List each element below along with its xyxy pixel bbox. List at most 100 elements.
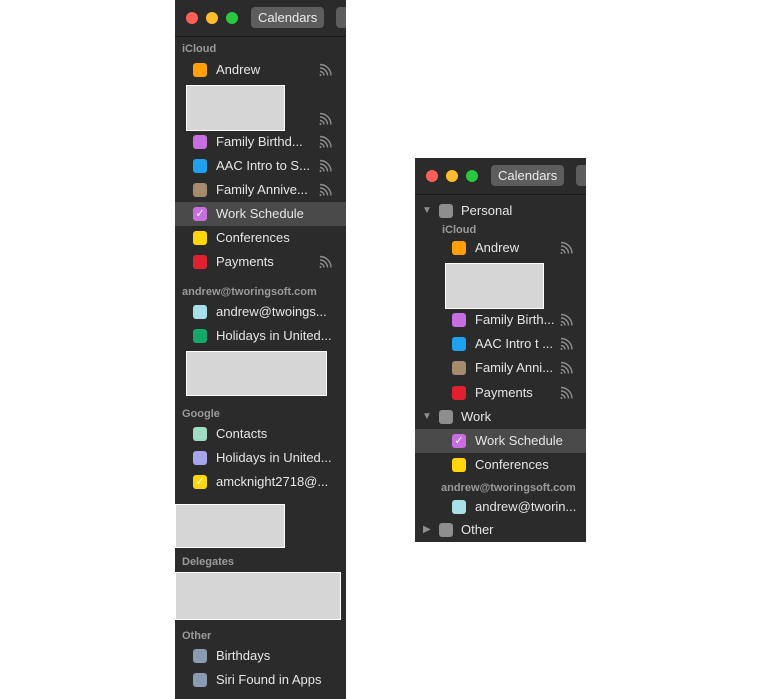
calendar-row-work-schedule[interactable]: ✓ Work Schedule xyxy=(175,202,346,226)
calendar-row-family-birthdays[interactable]: Family Birthd... xyxy=(175,130,346,154)
calendars-button[interactable]: Calendars xyxy=(251,7,325,28)
group-row-personal[interactable]: ▼ Personal xyxy=(415,199,586,223)
zoom-window-button[interactable] xyxy=(226,12,238,24)
calendar-checkbox[interactable] xyxy=(452,361,466,375)
group-checkbox[interactable] xyxy=(439,523,453,537)
calendar-checkbox[interactable] xyxy=(193,63,207,77)
calendar-checkbox[interactable] xyxy=(193,135,207,149)
calendar-row-payments[interactable]: Payments xyxy=(175,250,346,274)
calendar-label: AAC Intro t ... xyxy=(475,336,554,351)
calendar-label: andrew@tworin... xyxy=(475,499,577,514)
calendar-row-account[interactable]: andrew@twoings... xyxy=(175,300,346,324)
calendar-row-andrew[interactable]: Andrew xyxy=(415,236,586,260)
calendar-checkbox[interactable] xyxy=(452,337,466,351)
group-checkbox[interactable] xyxy=(439,204,453,218)
calendar-label: Family Anni... xyxy=(475,360,554,375)
shared-calendar-icon xyxy=(319,63,332,76)
calendar-label: Siri Found in Apps xyxy=(216,672,322,687)
calendar-row-amcknight[interactable]: ✓ amcknight2718@... xyxy=(175,470,346,494)
calendar-checkbox[interactable] xyxy=(452,458,466,472)
calendars-button[interactable]: Calendars xyxy=(491,165,565,186)
redacted-calendar-item xyxy=(186,351,327,396)
calendar-row-contacts[interactable]: Contacts xyxy=(175,422,346,446)
calendar-checkbox[interactable] xyxy=(193,231,207,245)
calendar-label: Work Schedule xyxy=(475,433,563,448)
disclosure-triangle-expanded-icon[interactable]: ▼ xyxy=(422,411,432,422)
calendar-checkbox[interactable]: ✓ xyxy=(193,207,207,221)
close-window-button[interactable] xyxy=(186,12,198,24)
calendar-checkbox[interactable] xyxy=(193,159,207,173)
redacted-calendar-item xyxy=(175,504,285,548)
calendar-row-birthdays[interactable]: Birthdays xyxy=(175,644,346,668)
shared-calendar-icon xyxy=(560,241,573,254)
calendar-checkbox[interactable] xyxy=(452,313,466,327)
calendar-checkbox[interactable]: ✓ xyxy=(193,475,207,489)
calendar-checkbox[interactable] xyxy=(193,329,207,343)
calendar-label: Andrew xyxy=(216,62,261,77)
group-checkbox[interactable] xyxy=(439,410,453,424)
calendar-row-aac-intro[interactable]: AAC Intro t ... xyxy=(415,332,586,356)
group-label: Work xyxy=(461,409,492,424)
calendar-row-family-anniversaries[interactable]: Family Annive... xyxy=(175,178,346,202)
calendar-checkbox[interactable] xyxy=(193,673,207,687)
calendar-label: Work Schedule xyxy=(216,206,304,221)
calendar-label: Family Birth... xyxy=(475,312,555,327)
title-bar: Calendars xyxy=(415,158,586,194)
calendar-checkbox[interactable] xyxy=(193,255,207,269)
calendar-label: amcknight2718@... xyxy=(216,474,329,489)
shared-calendar-icon xyxy=(319,255,332,268)
calendar-row-holidays-us-google[interactable]: Holidays in United... xyxy=(175,446,346,470)
title-bar: Calendars xyxy=(175,0,346,36)
calendar-checkbox[interactable] xyxy=(452,386,466,400)
section-header-account: andrew@tworingsoft.com xyxy=(182,286,317,298)
calendar-checkbox[interactable] xyxy=(452,500,466,514)
divider xyxy=(415,194,586,195)
calendar-label: Conferences xyxy=(216,230,290,245)
minimize-window-button[interactable] xyxy=(206,12,218,24)
shared-calendar-icon xyxy=(319,159,332,172)
calendar-row-family-anniversaries[interactable]: Family Anni... xyxy=(415,356,586,380)
minimize-window-button[interactable] xyxy=(446,170,458,182)
calendar-checkbox[interactable] xyxy=(193,427,207,441)
calendar-row-family-birthdays[interactable]: Family Birth... xyxy=(415,308,586,332)
zoom-window-button[interactable] xyxy=(466,170,478,182)
calendar-checkbox[interactable] xyxy=(193,305,207,319)
section-header-google: Google xyxy=(182,408,220,420)
calendar-checkbox[interactable]: ✓ xyxy=(452,434,466,448)
calendar-label: Payments xyxy=(216,254,274,269)
disclosure-triangle-expanded-icon[interactable]: ▼ xyxy=(422,205,432,216)
calendar-row-payments[interactable]: Payments xyxy=(415,381,586,405)
shared-calendar-icon xyxy=(560,337,573,350)
calendar-label: Holidays in United... xyxy=(216,450,332,465)
calendar-label: Holidays in United... xyxy=(216,328,332,343)
calendar-row-aac-intro[interactable]: AAC Intro to S... xyxy=(175,154,346,178)
redacted-calendar-item xyxy=(175,572,341,620)
calendar-label: Family Annive... xyxy=(216,182,308,197)
calendar-row-siri-found[interactable]: Siri Found in Apps xyxy=(175,668,346,692)
right-calendar-sidebar: Calendars ▼ Personal iCloud Andrew Famil… xyxy=(415,158,586,542)
calendar-label: AAC Intro to S... xyxy=(216,158,310,173)
calendar-checkbox[interactable] xyxy=(452,241,466,255)
calendar-checkbox[interactable] xyxy=(193,649,207,663)
calendar-checkbox[interactable] xyxy=(193,183,207,197)
left-calendar-sidebar: Calendars iCloud Andrew Family Birthd...… xyxy=(175,0,346,699)
section-header-other: Other xyxy=(182,630,212,642)
calendar-row-holidays-us[interactable]: Holidays in United... xyxy=(175,324,346,348)
shared-calendar-icon xyxy=(560,313,573,326)
calendar-label: andrew@twoings... xyxy=(216,304,327,319)
add-button[interactable] xyxy=(336,7,346,28)
calendar-row-conferences[interactable]: Conferences xyxy=(175,226,346,250)
calendar-row-work-schedule[interactable]: ✓ Work Schedule xyxy=(415,429,586,453)
group-row-work[interactable]: ▼ Work xyxy=(415,405,586,429)
calendar-label: Contacts xyxy=(216,426,268,441)
add-button[interactable] xyxy=(576,165,586,186)
shared-calendar-icon xyxy=(560,386,573,399)
calendar-row-conferences[interactable]: Conferences xyxy=(415,453,586,477)
group-row-other[interactable]: ▶ Other xyxy=(415,518,586,542)
calendar-label: Payments xyxy=(475,385,533,400)
disclosure-triangle-collapsed-icon[interactable]: ▶ xyxy=(423,524,431,535)
calendar-row-account[interactable]: andrew@tworin... xyxy=(415,495,586,519)
calendar-row-andrew[interactable]: Andrew xyxy=(175,58,346,82)
close-window-button[interactable] xyxy=(426,170,438,182)
calendar-checkbox[interactable] xyxy=(193,451,207,465)
